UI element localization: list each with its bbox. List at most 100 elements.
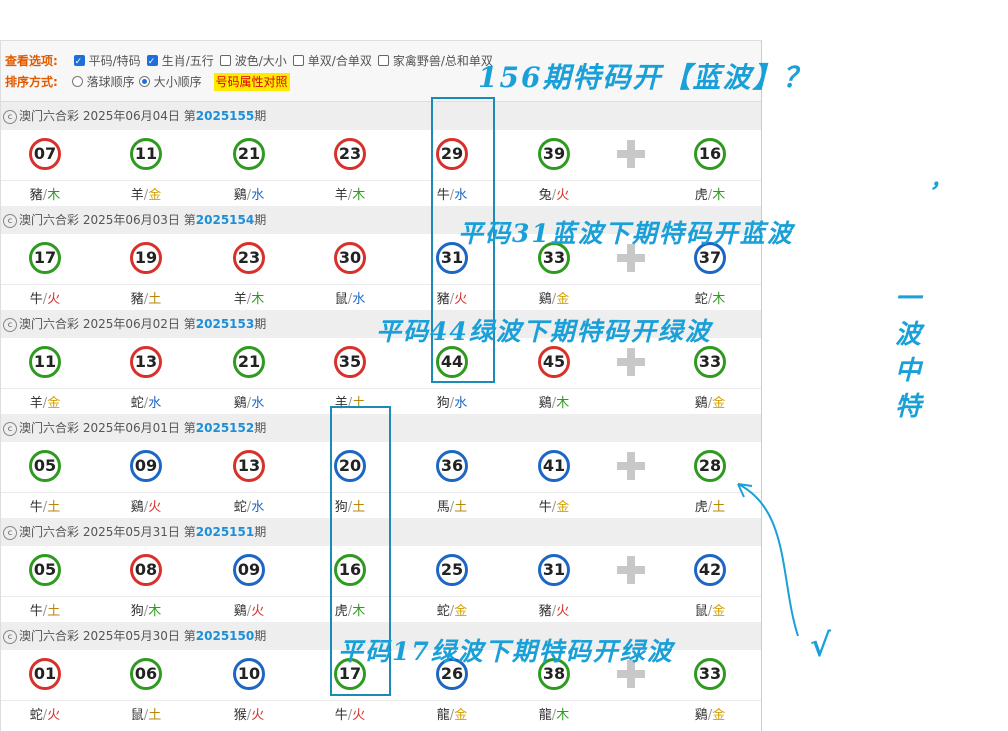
element: 金 [148, 188, 162, 203]
zodiac: 鷄 [694, 708, 708, 723]
sort-option-label: 落球顺序 [86, 75, 135, 89]
zodiac-element-label: 牛/火 [15, 288, 75, 307]
zodiac: 羊 [130, 188, 144, 203]
view-option-1[interactable]: 平码/特码 [68, 53, 141, 71]
divider [1, 388, 761, 389]
zodiac-element-label: 鷄/木 [524, 392, 584, 411]
zodiac: 蛇 [29, 708, 43, 723]
plus-icon [617, 140, 645, 168]
number-ball: 01 [29, 658, 61, 690]
element: 火 [352, 708, 366, 723]
issue-prefix: 第 [183, 213, 196, 227]
checkbox-icon[interactable] [146, 53, 158, 71]
zodiac-element-label: 鷄/水 [219, 392, 279, 411]
zodiac-element-label: 鷄/金 [680, 704, 740, 723]
number-ball: 09 [233, 554, 265, 586]
zodiac-element-label: 兔/火 [524, 184, 584, 203]
attribute-table-button[interactable]: 号码属性对照 [213, 73, 290, 91]
zodiac-element-label: 龍/木 [524, 704, 584, 723]
zodiac: 狗 [130, 604, 144, 619]
view-option-2[interactable]: 生肖/五行 [141, 53, 214, 71]
zodiac: 牛 [334, 708, 348, 723]
side-char: 中 [895, 356, 924, 386]
zodiac: 豬 [29, 188, 43, 203]
draw-date: 2025年05月31日 [82, 525, 180, 539]
number-ball: 11 [29, 346, 61, 378]
view-option-label: 波色/大小 [234, 54, 287, 68]
view-option-3[interactable]: 波色/大小 [214, 54, 287, 68]
element: 火 [148, 500, 162, 515]
draw-date: 2025年06月04日 [82, 109, 180, 123]
zodiac-element-label: 狗/水 [422, 392, 482, 411]
zodiac-element-label: 羊/金 [116, 184, 176, 203]
number-ball: 45 [538, 346, 570, 378]
issue-prefix: 第 [183, 525, 196, 539]
element: 火 [251, 604, 265, 619]
annotation-top: 156期特码开【蓝波】？ [478, 61, 813, 94]
draw-date: 2025年06月02日 [82, 317, 180, 331]
zodiac-element-label: 鷄/火 [116, 496, 176, 515]
zodiac: 馬 [436, 500, 450, 515]
zodiac: 鷄 [233, 604, 247, 619]
number-ball: 23 [334, 138, 366, 170]
zodiac-element-label: 猴/火 [219, 704, 279, 723]
special-number-ball: 33 [694, 346, 726, 378]
zodiac-element-label: 牛/土 [15, 496, 75, 515]
zodiac-element-label: 蛇/金 [422, 600, 482, 619]
zodiac: 鷄 [130, 500, 144, 515]
radio-icon[interactable] [71, 76, 83, 87]
zodiac: 羊 [29, 396, 43, 411]
element: 金 [712, 708, 726, 723]
divider [1, 180, 761, 181]
zodiac-element-label: 豬/土 [116, 288, 176, 307]
lottery-name: 澳门六合彩 [19, 317, 80, 331]
plus-icon [617, 452, 645, 480]
element: 土 [47, 604, 61, 619]
checkbox-icon[interactable] [219, 55, 231, 66]
number-ball: 07 [29, 138, 61, 170]
zodiac: 鼠 [130, 708, 144, 723]
checkbox-icon[interactable] [73, 53, 85, 71]
number-ball: 30 [334, 242, 366, 274]
number-ball: 39 [538, 138, 570, 170]
zodiac-element-label: 牛/金 [524, 496, 584, 515]
view-option-4[interactable]: 单双/合单双 [287, 54, 372, 68]
element: 水 [251, 500, 265, 515]
issue-suffix: 期 [254, 317, 267, 331]
view-option-5[interactable]: 家禽野兽/总和单双 [372, 54, 493, 68]
radio-icon[interactable] [138, 76, 150, 87]
element: 土 [454, 500, 468, 515]
circle-c-icon: c [3, 630, 17, 644]
number-ball: 05 [29, 554, 61, 586]
zodiac: 兔 [538, 188, 552, 203]
issue-prefix: 第 [183, 317, 196, 331]
circle-c-icon: c [3, 110, 17, 124]
annotation-arrow [737, 483, 799, 637]
sort-options-label: 排序方式: [5, 75, 58, 89]
element: 土 [148, 708, 162, 723]
sort-option-2[interactable]: 大小顺序 [135, 75, 202, 89]
zodiac-element-label: 鼠/土 [116, 704, 176, 723]
element: 水 [352, 292, 366, 307]
number-ball: 23 [233, 242, 265, 274]
element: 火 [556, 188, 570, 203]
zodiac: 豬 [130, 292, 144, 307]
zodiac-element-label: 羊/金 [15, 392, 75, 411]
view-options-label: 查看选项: [5, 54, 58, 68]
checkbox-icon[interactable] [292, 55, 304, 66]
zodiac-element-label: 鷄/金 [680, 392, 740, 411]
number-ball: 21 [233, 346, 265, 378]
zodiac-element-label: 鷄/金 [524, 288, 584, 307]
zodiac: 龍 [436, 708, 450, 723]
element: 木 [712, 188, 726, 203]
number-ball: 09 [130, 450, 162, 482]
checkbox-icon[interactable] [377, 55, 389, 66]
special-number-ball: 33 [694, 658, 726, 690]
issue-suffix: 期 [254, 629, 267, 643]
zodiac-element-label: 牛/土 [15, 600, 75, 619]
number-ball: 41 [538, 450, 570, 482]
circle-c-icon: c [3, 318, 17, 332]
zodiac: 羊 [233, 292, 247, 307]
element: 土 [148, 292, 162, 307]
sort-option-1[interactable]: 落球顺序 [68, 75, 135, 89]
